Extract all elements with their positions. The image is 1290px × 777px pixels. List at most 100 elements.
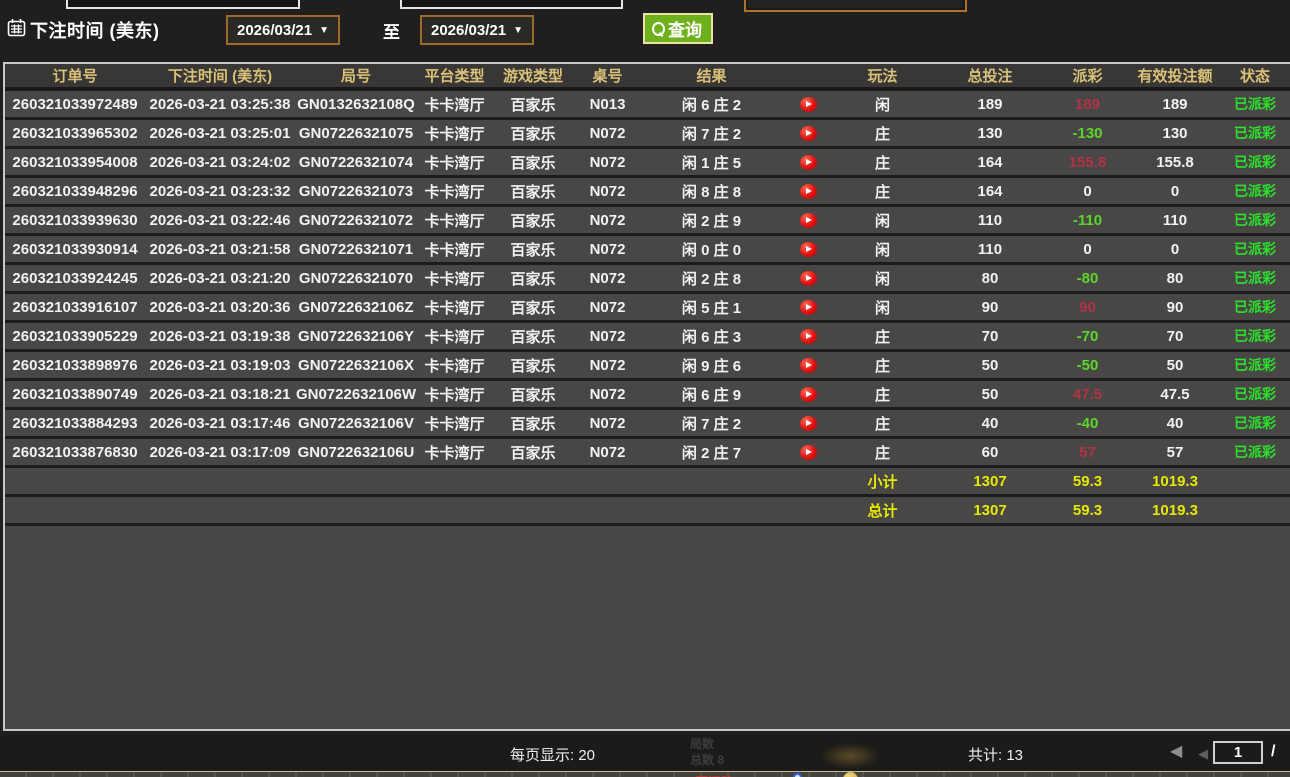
table-row[interactable]: 260321033939630 2026-03-21 03:22:46 GN07… (5, 207, 1290, 233)
platform-type: 卡卡湾厅 (417, 94, 492, 115)
total-bet: 70 (930, 328, 1050, 345)
bet-time: 2026-03-21 03:21:58 (145, 241, 295, 258)
table-number: N072 (574, 154, 641, 171)
to-label: 至 (383, 18, 400, 43)
result-text: 闲 6 庄 9 (641, 384, 782, 405)
cutoff-input-box[interactable] (400, 0, 623, 9)
status-badge: 已派彩 (1225, 297, 1285, 317)
replay-play-icon[interactable] (800, 300, 817, 315)
total-bet: 50 (930, 386, 1050, 403)
bet-time-label: 下注时间 (美东) (30, 17, 160, 43)
table-row[interactable]: 260321033876830 2026-03-21 03:17:09 GN07… (5, 439, 1290, 465)
order-number: 260321033916107 (5, 299, 145, 316)
order-number: 260321033924245 (5, 270, 145, 287)
replay-play-icon[interactable] (800, 155, 817, 170)
game-type: 百家乐 (492, 326, 574, 347)
result-text: 闲 7 庄 2 (641, 123, 782, 144)
replay-play-icon[interactable] (800, 445, 817, 460)
payout-amount: -110 (1050, 212, 1125, 229)
betting-records-screen: 下注时间 (美东) 2026/03/21 ▼ 至 2026/03/21 ▼ 查询… (0, 0, 1290, 777)
play-type: 庄 (835, 413, 930, 434)
table-number: N072 (574, 357, 641, 374)
header-play-type: 玩法 (835, 65, 930, 86)
table-row[interactable]: 260321033890749 2026-03-21 03:18:21 GN07… (5, 381, 1290, 407)
total-bet: 90 (930, 299, 1050, 316)
replay-play-icon[interactable] (800, 213, 817, 228)
replay-play-icon[interactable] (800, 271, 817, 286)
payout-amount: -50 (1050, 357, 1125, 374)
table-number: N072 (574, 328, 641, 345)
order-number: 260321033965302 (5, 125, 145, 142)
status-badge: 已派彩 (1225, 326, 1285, 346)
table-row[interactable]: 260321033972489 2026-03-21 03:25:38 GN01… (5, 91, 1290, 117)
cutoff-input-box[interactable] (744, 0, 967, 12)
game-type: 百家乐 (492, 239, 574, 260)
table-row[interactable]: 260321033930914 2026-03-21 03:21:58 GN07… (5, 236, 1290, 262)
result-text: 闲 2 庄 7 (641, 442, 782, 463)
header-game-type: 游戏类型 (492, 65, 574, 86)
table-header-row: 订单号 下注时间 (美东) 局号 平台类型 游戏类型 桌号 结果 玩法 总投注 … (5, 64, 1290, 91)
order-number: 260321033890749 (5, 386, 145, 403)
replay-play-icon[interactable] (800, 97, 817, 112)
valid-bet: 189 (1125, 96, 1225, 113)
play-type: 闲 (835, 239, 930, 260)
search-icon (651, 22, 665, 36)
replay-play-icon[interactable] (800, 329, 817, 344)
play-type: 庄 (835, 355, 930, 376)
replay-play-icon[interactable] (800, 358, 817, 373)
bet-time: 2026-03-21 03:19:38 (145, 328, 295, 345)
page-total-label: / 1 (1271, 743, 1290, 761)
date-to-select[interactable]: 2026/03/21 ▼ (420, 15, 534, 45)
chevron-down-icon: ▼ (513, 25, 523, 36)
valid-bet: 40 (1125, 415, 1225, 432)
prev-page-icon[interactable]: ◀ (1198, 745, 1208, 763)
table-row[interactable]: 260321033898976 2026-03-21 03:19:03 GN07… (5, 352, 1290, 378)
table-empty-area (5, 526, 1290, 729)
payout-amount: 189 (1050, 96, 1125, 113)
first-page-icon[interactable]: ◀ (1170, 743, 1182, 761)
bet-time: 2026-03-21 03:17:46 (145, 415, 295, 432)
play-type: 闲 (835, 210, 930, 231)
replay-play-icon[interactable] (800, 242, 817, 257)
pagination-bar: 局数 总数 8 每页显示: 20 共计: 13 ◀ ◀ / 1 (0, 735, 1290, 771)
total-bet: 164 (930, 183, 1050, 200)
bet-time: 2026-03-21 03:24:02 (145, 154, 295, 171)
status-badge: 已派彩 (1225, 152, 1285, 172)
table-row[interactable]: 260321033954008 2026-03-21 03:24:02 GN07… (5, 149, 1290, 175)
round-number: GN0722632106W (295, 386, 417, 403)
total-count-label: 共计: 13 (968, 744, 1023, 765)
calendar-icon (7, 18, 26, 37)
query-button[interactable]: 查询 (643, 13, 713, 44)
header-platform: 平台类型 (417, 65, 492, 86)
header-table-no: 桌号 (574, 65, 641, 86)
table-row[interactable]: 260321033884293 2026-03-21 03:17:46 GN07… (5, 410, 1290, 436)
cutoff-input-box[interactable] (66, 0, 300, 9)
replay-play-icon[interactable] (800, 416, 817, 431)
grand-total-label: 总计 (835, 500, 930, 521)
status-badge: 已派彩 (1225, 355, 1285, 375)
total-bet: 40 (930, 415, 1050, 432)
bet-time: 2026-03-21 03:18:21 (145, 386, 295, 403)
platform-type: 卡卡湾厅 (417, 384, 492, 405)
table-row[interactable]: 260321033965302 2026-03-21 03:25:01 GN07… (5, 120, 1290, 146)
table-number: N072 (574, 299, 641, 316)
replay-play-icon[interactable] (800, 184, 817, 199)
round-number: GN07226321073 (295, 183, 417, 200)
game-type: 百家乐 (492, 181, 574, 202)
total-bet: 60 (930, 444, 1050, 461)
table-row[interactable]: 260321033948296 2026-03-21 03:23:32 GN07… (5, 178, 1290, 204)
round-number: GN0722632106Y (295, 328, 417, 345)
page-number-input[interactable] (1213, 741, 1263, 764)
table-number: N072 (574, 241, 641, 258)
background-gold-chip (843, 772, 858, 777)
replay-play-icon[interactable] (800, 126, 817, 141)
valid-bet: 110 (1125, 212, 1225, 229)
table-row[interactable]: 260321033924245 2026-03-21 03:21:20 GN07… (5, 265, 1290, 291)
bet-time: 2026-03-21 03:23:32 (145, 183, 295, 200)
replay-play-icon[interactable] (800, 387, 817, 402)
table-number: N072 (574, 270, 641, 287)
date-from-select[interactable]: 2026/03/21 ▼ (226, 15, 340, 45)
grand-total-payout: 59.3 (1050, 502, 1125, 519)
table-row[interactable]: 260321033905229 2026-03-21 03:19:38 GN07… (5, 323, 1290, 349)
table-row[interactable]: 260321033916107 2026-03-21 03:20:36 GN07… (5, 294, 1290, 320)
